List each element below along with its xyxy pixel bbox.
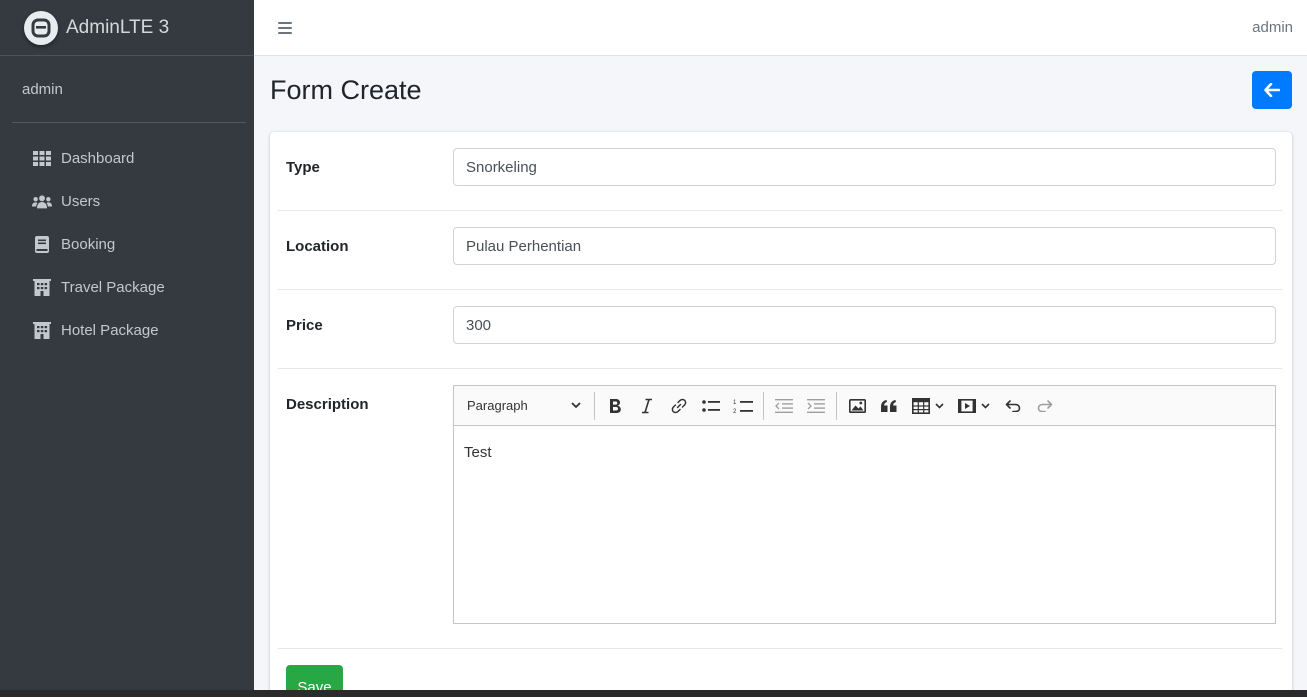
brand-name: AdminLTE 3 [66, 16, 170, 38]
quote-icon [881, 399, 897, 412]
sidebar-user-name[interactable]: admin [12, 56, 246, 123]
bottom-edge [0, 690, 1307, 697]
grid-icon [32, 150, 52, 168]
price-input[interactable] [453, 306, 1276, 344]
bulleted-list-icon [702, 399, 720, 412]
redo-button[interactable] [1030, 391, 1060, 421]
svg-text:1: 1 [733, 400, 737, 406]
form-card: Type Location Price Description Paragrap… [270, 132, 1292, 697]
book-icon [32, 236, 52, 254]
sidebar-item-hotel-package[interactable]: Hotel Package [8, 309, 246, 352]
link-icon [671, 398, 687, 413]
numbered-list-button[interactable]: 12 [728, 391, 758, 421]
sidebar-item-label: Users [61, 193, 101, 210]
blockquote-button[interactable] [874, 391, 904, 421]
brand-link[interactable]: AdminLTE 3 [0, 0, 254, 56]
sidebar-item-label: Hotel Package [61, 322, 159, 339]
type-input[interactable] [453, 148, 1276, 186]
redo-icon [1037, 399, 1053, 412]
sidebar-item-dashboard[interactable]: Dashboard [8, 137, 246, 180]
outdent-button[interactable] [769, 391, 799, 421]
sidebar-item-users[interactable]: Users [8, 180, 246, 223]
chevron-down-icon [571, 402, 581, 409]
top-navbar: admin [254, 0, 1307, 56]
media-icon [958, 398, 976, 413]
indent-icon [807, 398, 825, 413]
location-input[interactable] [453, 227, 1276, 265]
insert-media-button[interactable] [952, 391, 996, 421]
insert-table-button[interactable] [906, 391, 950, 421]
bold-icon [610, 398, 621, 413]
undo-icon [1005, 399, 1021, 412]
chevron-down-icon [935, 402, 944, 409]
building-icon [32, 279, 52, 297]
undo-button[interactable] [998, 391, 1028, 421]
form-row-price: Price [278, 290, 1282, 369]
location-label: Location [286, 238, 349, 255]
link-button[interactable] [664, 391, 694, 421]
italic-icon [642, 398, 652, 413]
bulleted-list-button[interactable] [696, 391, 726, 421]
table-icon [912, 397, 930, 414]
svg-text:2: 2 [733, 409, 737, 414]
sidebar-item-travel-package[interactable]: Travel Package [8, 266, 246, 309]
sidebar-item-label: Travel Package [61, 279, 165, 296]
type-label: Type [286, 159, 320, 176]
sidebar-nav: Dashboard Users Booking Travel Package H… [0, 137, 254, 352]
menu-toggle-icon[interactable] [278, 21, 292, 34]
building-icon [32, 322, 52, 340]
heading-dropdown-label: Paragraph [467, 398, 528, 413]
outdent-icon [775, 398, 793, 413]
indent-button[interactable] [801, 391, 831, 421]
brand-logo-icon [24, 10, 58, 45]
editor-toolbar: Paragraph 12 [454, 386, 1275, 426]
insert-image-button[interactable] [842, 391, 872, 421]
navbar-user-menu[interactable]: admin [1252, 19, 1293, 36]
sidebar-item-label: Booking [61, 236, 116, 253]
sidebar-item-booking[interactable]: Booking [8, 223, 246, 266]
image-icon [848, 398, 866, 413]
price-label: Price [286, 317, 323, 334]
description-editor: Paragraph 12 Test [453, 385, 1276, 624]
numbered-list-icon: 12 [733, 400, 753, 414]
sidebar-item-label: Dashboard [61, 150, 135, 167]
form-row-type: Type [278, 132, 1282, 211]
description-label: Description [286, 396, 369, 413]
content-header: Form Create [270, 70, 1292, 110]
heading-dropdown[interactable]: Paragraph [458, 391, 590, 421]
page-title: Form Create [270, 74, 422, 105]
arrow-left-icon [1264, 83, 1280, 97]
sidebar: AdminLTE 3 admin Dashboard Users Booking… [0, 0, 254, 697]
bold-button[interactable] [600, 391, 630, 421]
users-icon [32, 193, 52, 211]
description-editor-content[interactable]: Test [454, 426, 1275, 623]
chevron-down-icon [981, 402, 990, 409]
form-row-location: Location [278, 211, 1282, 290]
back-button[interactable] [1252, 71, 1292, 109]
italic-button[interactable] [632, 391, 662, 421]
